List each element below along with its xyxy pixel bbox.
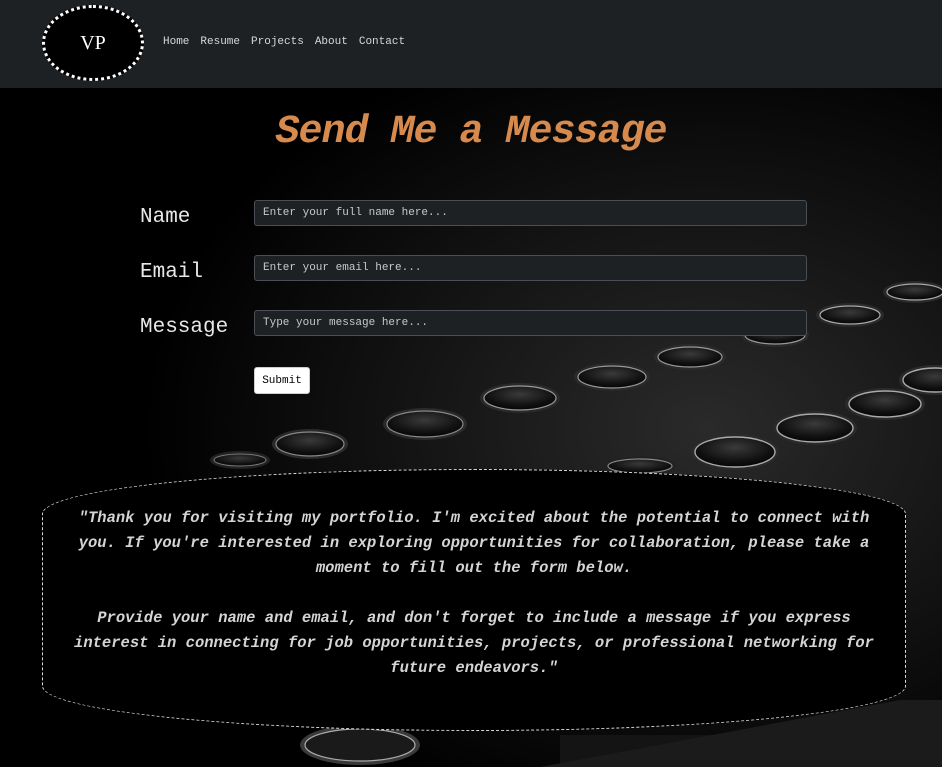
quote-paragraph-1: "Thank you for visiting my portfolio. I'… bbox=[78, 509, 870, 577]
nav-link-projects[interactable]: Projects bbox=[251, 36, 304, 48]
email-label: Email bbox=[140, 261, 204, 284]
nav-link-contact[interactable]: Contact bbox=[359, 36, 405, 48]
email-input[interactable] bbox=[254, 255, 807, 281]
site-header: VP Home Resume Projects About Contact bbox=[0, 0, 942, 88]
logo-text: VP bbox=[80, 31, 106, 54]
quote-paragraph-2: Provide your name and email, and don't f… bbox=[74, 609, 874, 677]
submit-button[interactable]: Submit bbox=[254, 367, 310, 394]
message-label: Message bbox=[140, 316, 229, 339]
site-logo[interactable]: VP bbox=[42, 5, 144, 81]
main-nav: Home Resume Projects About Contact bbox=[163, 36, 416, 48]
name-label: Name bbox=[140, 206, 191, 229]
nav-link-about[interactable]: About bbox=[315, 36, 348, 48]
page-title: Send Me a Message bbox=[275, 110, 667, 155]
nav-link-home[interactable]: Home bbox=[163, 36, 189, 48]
message-input[interactable] bbox=[254, 310, 807, 336]
nav-link-resume[interactable]: Resume bbox=[200, 36, 240, 48]
name-input[interactable] bbox=[254, 200, 807, 226]
